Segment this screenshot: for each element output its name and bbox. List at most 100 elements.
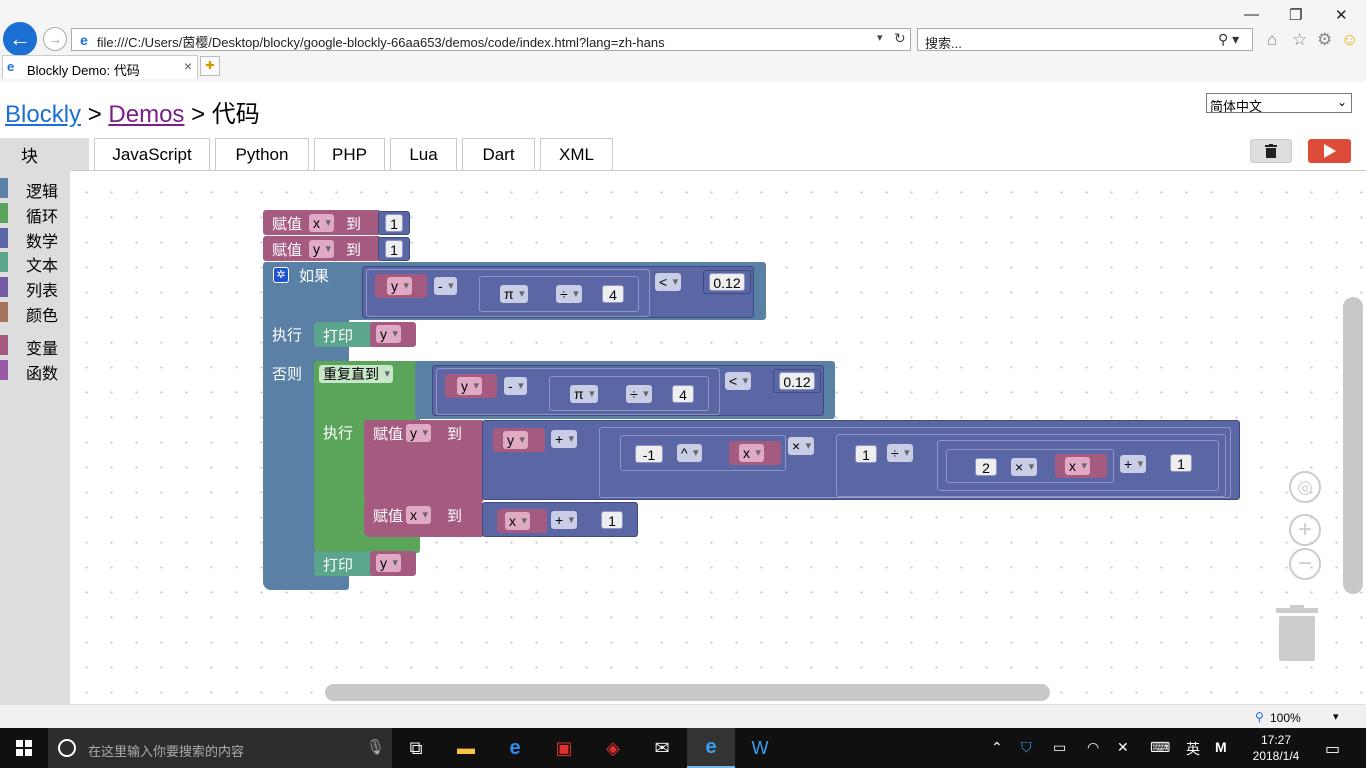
divide-block[interactable]: π ÷ 4 [549,376,709,411]
number-block[interactable]: 0.12 [703,270,751,294]
var-x-block[interactable]: x [729,441,781,465]
home-icon[interactable]: ⌂ [1267,30,1277,50]
repeat-mode-dropdown[interactable]: 重复直到 [319,365,393,383]
divide-block[interactable]: π ÷ 4 [479,276,639,312]
var-y-block[interactable]: y [493,428,545,452]
tab-blocks[interactable]: 块 [0,138,89,170]
power-block[interactable]: -1 ^ x [620,435,786,471]
divide-block[interactable]: 1 ÷ 2 × x + 1 [836,434,1226,497]
var-dropdown[interactable]: y [503,431,528,449]
file-explorer-icon[interactable]: ▬ [442,728,490,768]
address-dropdown-icon[interactable]: ▾ [877,31,883,44]
var-dropdown[interactable]: y [376,554,401,572]
recenter-icon[interactable]: ◎ [1289,471,1321,503]
crumb-demos-link[interactable]: Demos [108,101,184,128]
tab-lua[interactable]: Lua [390,138,457,170]
task-view-icon[interactable]: ⧉ [392,728,440,768]
var-x-block[interactable]: x [1055,454,1107,478]
var-dropdown[interactable]: y [457,377,482,395]
favorites-star-icon[interactable]: ☆ [1292,30,1307,50]
print-block[interactable]: 打印 [314,551,374,576]
taskbar-search-placeholder[interactable]: 在这里输入你要搜索的内容 [88,741,244,760]
taskbar-search[interactable]: 在这里输入你要搜索的内容 🎙 [48,728,392,768]
operator-dropdown[interactable]: - [434,277,457,295]
number-block[interactable]: 1 [378,237,410,261]
start-button[interactable] [0,728,48,768]
operator-dropdown[interactable]: ^ [677,444,702,462]
toolbox-category[interactable]: 函数 [0,358,70,383]
number-field[interactable]: 1 [601,511,623,529]
operator-dropdown[interactable]: < [725,372,752,390]
zoom-dropdown-icon[interactable]: ▾ [1333,710,1339,723]
var-dropdown[interactable]: y [387,277,412,295]
operator-dropdown[interactable]: × [788,437,815,455]
zoom-in-icon[interactable]: + [1289,514,1321,546]
close-window-icon[interactable]: ✕ [1335,6,1348,24]
address-bar[interactable]: e file:///C:/Users/茵樱/Desktop/blocky/goo… [71,28,911,51]
browser-tab[interactable]: e Blockly Demo: 代码 × [2,55,198,79]
zoom-level[interactable]: 100% [1270,711,1301,725]
multiply-block[interactable]: 2 × x [946,449,1114,483]
wifi-icon[interactable]: ◠ [1087,739,1099,756]
var-dropdown[interactable]: x [1065,457,1090,475]
pi-dropdown[interactable]: π [570,385,598,403]
operator-dropdown[interactable]: < [655,273,682,291]
var-x-block[interactable]: x [497,509,547,533]
number-block[interactable]: 0.12 [773,369,821,393]
chevron-down-icon[interactable]: ⌄ [1337,95,1347,109]
subtract-block[interactable]: y - π ÷ 4 [436,368,720,415]
crumb-blockly-link[interactable]: Blockly [5,101,81,128]
multiply-block[interactable]: -1 ^ x × 1 ÷ 2 × x + 1 [599,427,1231,498]
var-dropdown[interactable]: x [309,214,334,232]
toolbox-category[interactable]: 数学 [0,226,70,251]
toolbox-category[interactable]: 颜色 [0,300,70,325]
tab-python[interactable]: Python [215,138,309,170]
set-y-block[interactable]: 赋值 y 到 [263,236,381,261]
set-y-block[interactable]: 赋值 y 到 [364,420,484,502]
forward-button[interactable]: → [43,27,67,51]
shield-icon[interactable]: ⛉ [1021,739,1032,756]
ime-mode[interactable]: M [1215,739,1227,755]
tab-close-icon[interactable]: × [184,58,192,74]
refresh-icon[interactable]: ↻ [894,30,906,47]
zoom-out-icon[interactable]: − [1289,548,1321,580]
toolbox-category[interactable]: 循环 [0,201,70,226]
tab-dart[interactable]: Dart [462,138,535,170]
toolbox-category[interactable]: 逻辑 [0,176,70,201]
var-y-block[interactable]: y [375,274,427,298]
number-field[interactable]: -1 [635,445,663,463]
new-tab-button[interactable]: ✚ [200,56,220,76]
notifications-icon[interactable]: ▭ [1325,739,1340,759]
add-block[interactable]: x + 1 [482,502,638,537]
tab-javascript[interactable]: JavaScript [94,138,210,170]
clock[interactable]: 17:27 2018/1/4 [1246,732,1306,764]
run-button[interactable] [1308,139,1351,163]
var-y-block[interactable]: y [445,374,497,398]
number-field[interactable]: 2 [975,458,997,476]
microphone-icon[interactable]: 🎙 [366,738,385,756]
discard-button[interactable] [1250,139,1292,163]
red-book-app-icon[interactable]: ▣ [540,728,588,768]
blue-w-app-icon[interactable]: W [736,728,784,768]
internet-explorer-icon[interactable]: e [687,728,735,768]
var-dropdown[interactable]: y [376,325,401,343]
print-block[interactable]: 打印 [314,322,374,347]
number-block[interactable]: 1 [378,211,410,235]
workspace-trash-icon[interactable] [1276,605,1318,661]
feedback-smiley-icon[interactable]: ☺ [1341,30,1358,50]
number-field[interactable]: 1 [855,445,877,463]
number-field[interactable]: 1 [385,214,403,232]
set-x-block[interactable]: 赋值 x 到 [263,210,381,235]
operator-dropdown[interactable]: × [1011,458,1038,476]
var-y-block[interactable]: y [370,322,416,347]
search-icon[interactable]: ⚲ ▾ [1218,31,1239,48]
restore-icon[interactable]: ❐ [1289,6,1302,24]
pi-dropdown[interactable]: π [500,285,528,303]
var-dropdown[interactable]: x [505,512,530,530]
var-y-block[interactable]: y [370,551,416,576]
add-block[interactable]: y + -1 ^ x × 1 ÷ 2 × x + 1 [482,420,1240,500]
number-field[interactable]: 0.12 [779,372,815,390]
number-field[interactable]: 1 [1170,454,1192,472]
var-dropdown[interactable]: y [309,240,334,258]
operator-dropdown[interactable]: - [504,377,527,395]
